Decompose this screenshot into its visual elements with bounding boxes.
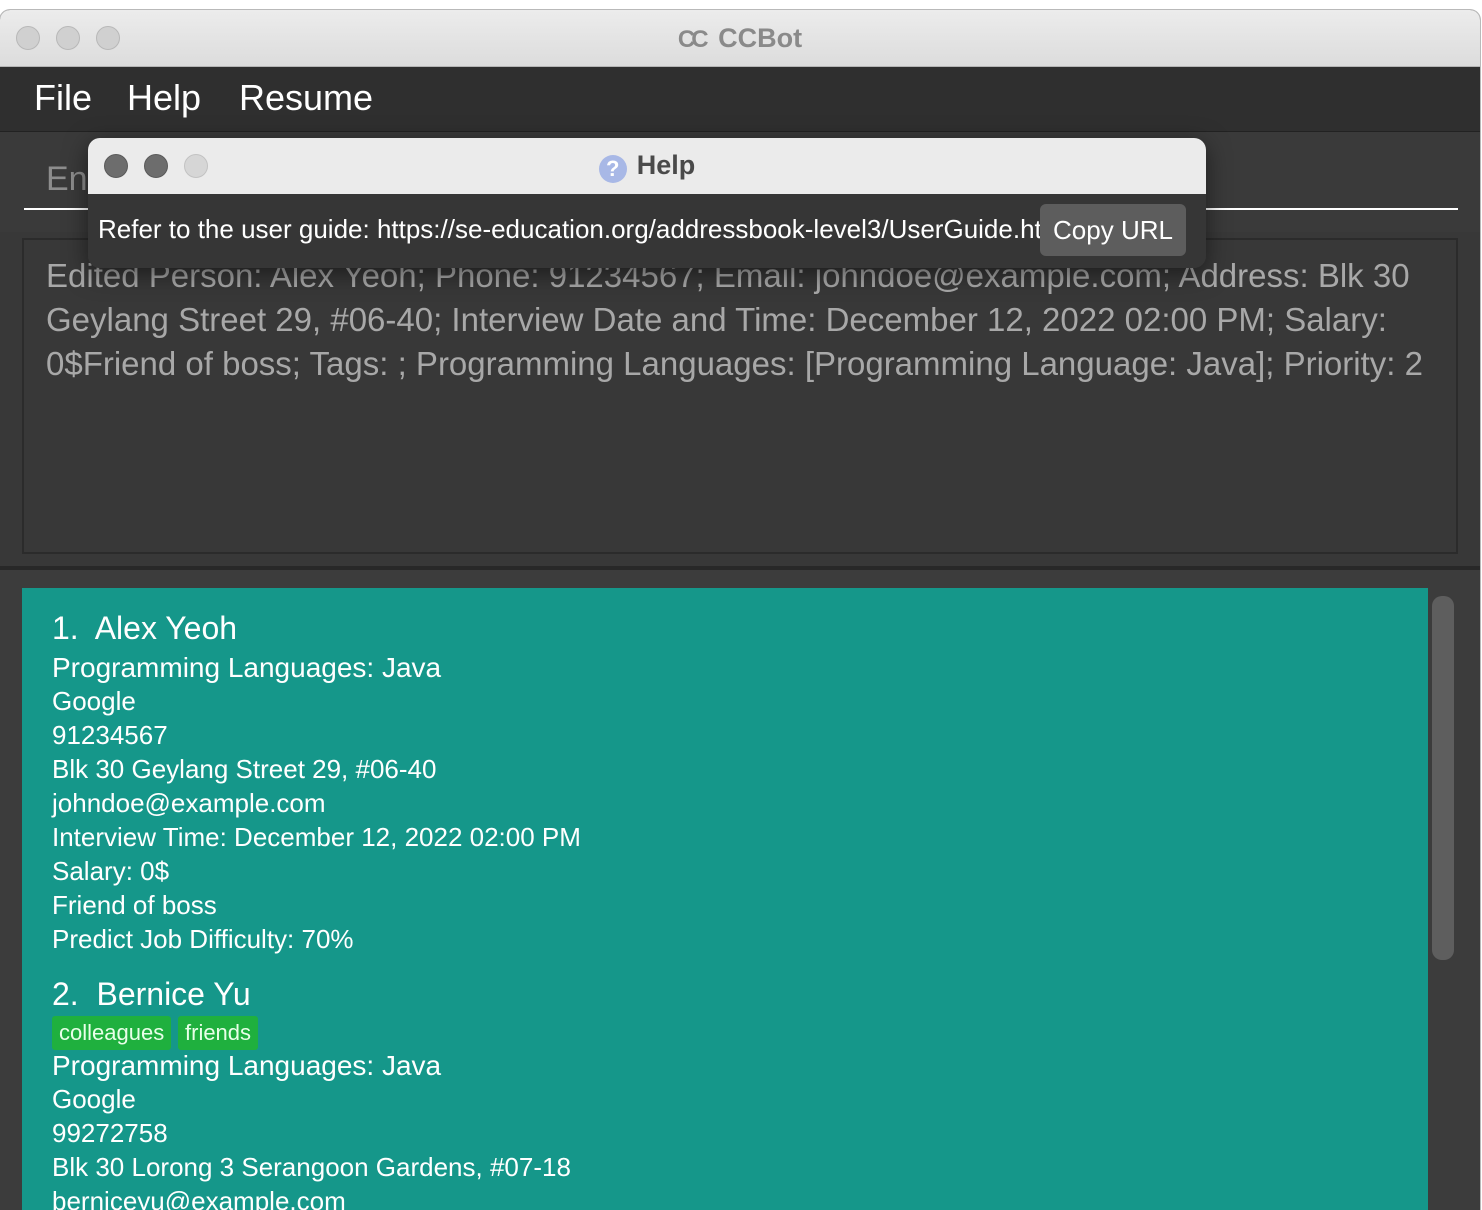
copy-url-button[interactable]: Copy URL (1040, 204, 1186, 256)
person-index: 1. (52, 610, 79, 646)
person-card-header: 1. Alex Yeoh (52, 610, 237, 647)
person-email: berniceyu@example.com (52, 1186, 346, 1210)
person-company: Google (52, 686, 136, 716)
help-message: Refer to the user guide: https://se-educ… (98, 214, 1070, 244)
menu-bar: File Help Resume (0, 67, 1480, 132)
title-bar: CC CCBot (0, 10, 1480, 67)
app-logo-icon: CC (677, 26, 709, 53)
help-title: ? Help (88, 150, 1206, 183)
person-address: Blk 30 Lorong 3 Serangoon Gardens, #07-1… (52, 1152, 571, 1182)
list-scrollbar[interactable] (1432, 596, 1454, 960)
person-note: Friend of boss (52, 890, 217, 920)
question-icon: ? (598, 155, 627, 183)
menu-file[interactable]: File (34, 77, 92, 119)
app-name: CCBot (718, 23, 803, 53)
person-languages: Programming Languages: Java (52, 652, 442, 683)
result-display: Edited Person: Alex Yeoh; Phone: 9123456… (22, 238, 1458, 554)
help-title-bar: ? Help (88, 138, 1206, 195)
person-interview: Interview Time: December 12, 2022 02:00 … (52, 822, 581, 852)
person-phone: 91234567 (52, 720, 168, 750)
person-phone: 99272758 (52, 1118, 168, 1148)
person-company: Google (52, 1084, 136, 1114)
person-list[interactable]: 1. Alex Yeoh Programming Languages: Java… (22, 588, 1428, 1210)
result-display-pane: Edited Person: Alex Yeoh; Phone: 9123456… (0, 232, 1480, 570)
help-title-text: Help (636, 150, 696, 180)
tag-badge: friends (178, 1016, 259, 1050)
menu-help[interactable]: Help (127, 77, 201, 119)
result-line-3: 0$Friend of boss; Tags: ; Programming La… (46, 345, 1423, 382)
help-body: Refer to the user guide: https://se-educ… (88, 194, 1206, 268)
person-difficulty: Predict Job Difficulty: 70% (52, 924, 354, 954)
result-line-2: Geylang Street 29, #06-40; Interview Dat… (46, 301, 1387, 338)
menu-resume[interactable]: Resume (239, 77, 373, 119)
tag-badge: colleagues (52, 1016, 172, 1050)
person-languages: Programming Languages: Java (52, 1050, 442, 1081)
person-address: Blk 30 Geylang Street 29, #06-40 (52, 754, 437, 784)
person-salary: Salary: 0$ (52, 856, 170, 886)
help-dialog: ? Help Refer to the user guide: https://s… (88, 138, 1206, 268)
person-name: Alex Yeoh (94, 610, 238, 646)
person-email: johndoe@example.com (52, 788, 326, 818)
window-title: CC CCBot (0, 23, 1480, 54)
person-name: Bernice Yu (96, 976, 251, 1012)
person-index: 2. (52, 976, 79, 1012)
person-tags: colleagues friends (52, 1016, 352, 1050)
person-card-header: 2. Bernice Yu (52, 976, 251, 1013)
person-list-pane: 1. Alex Yeoh Programming Languages: Java… (0, 572, 1480, 1210)
